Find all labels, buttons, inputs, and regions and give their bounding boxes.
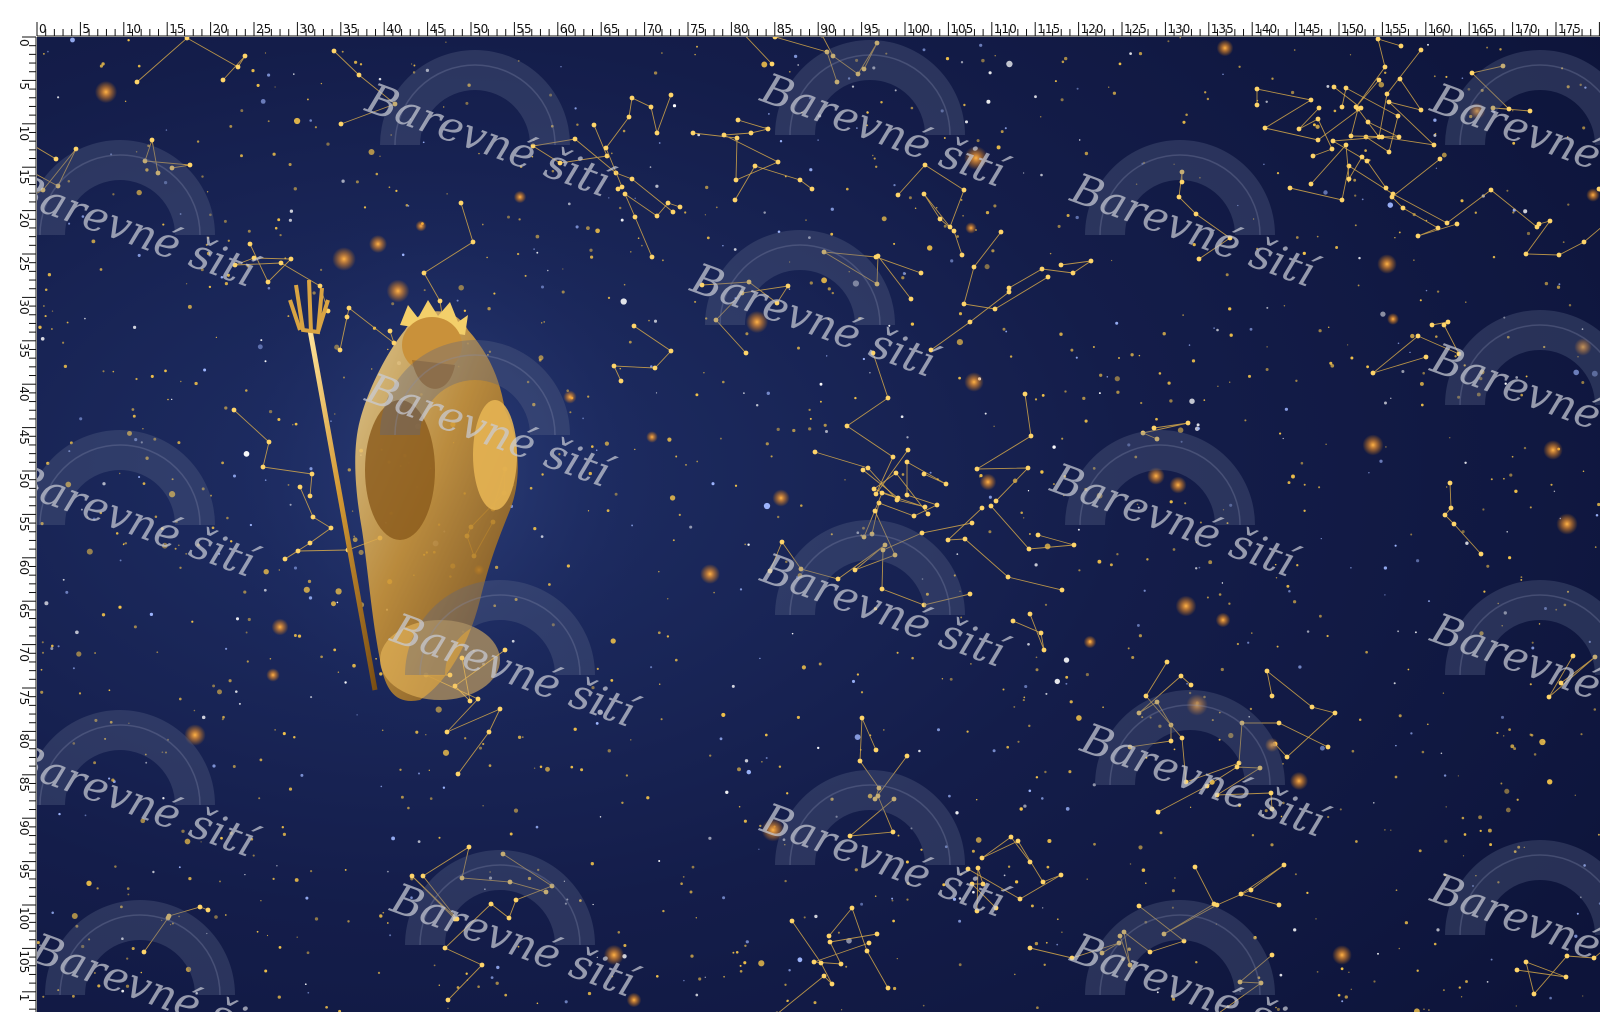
top-ruler-label: 125 — [1124, 22, 1147, 36]
top-ruler-label: 110 — [994, 22, 1017, 36]
top-ruler-label: 25 — [256, 22, 271, 36]
left-ruler-label: 40 — [17, 386, 31, 401]
left-ruler-label: 30 — [17, 299, 31, 314]
top-ruler-label: 95 — [864, 22, 879, 36]
left-ruler-label: 15 — [17, 169, 31, 184]
left-ruler-label: 55 — [17, 516, 31, 531]
left-ruler-label: 95 — [17, 864, 31, 879]
top-ruler-label: 50 — [473, 22, 488, 36]
top-ruler-label: 155 — [1384, 22, 1407, 36]
top-ruler-label: 130 — [1167, 22, 1190, 36]
left-ruler-label: 50 — [17, 473, 31, 488]
top-ruler-label: 20 — [213, 22, 228, 36]
top-ruler-label: 15 — [169, 22, 184, 36]
left-ruler-label: 35 — [17, 343, 31, 358]
top-ruler-label: 45 — [430, 22, 445, 36]
top-ruler-label: 165 — [1471, 22, 1494, 36]
left-ruler-label: 90 — [17, 820, 31, 835]
top-ruler-label: 70 — [647, 22, 662, 36]
top-ruler-label: 90 — [820, 22, 835, 36]
top-ruler-label: 145 — [1298, 22, 1321, 36]
left-ruler-label: 70 — [17, 647, 31, 662]
left-ruler-label: 25 — [17, 256, 31, 271]
top-ruler-label: 100 — [907, 22, 930, 36]
top-ruler-label: 75 — [690, 22, 705, 36]
top-ruler-label: 175 — [1558, 22, 1581, 36]
top-ruler-label: 150 — [1341, 22, 1364, 36]
top-ruler-label: 40 — [386, 22, 401, 36]
top-ruler-label: 30 — [299, 22, 314, 36]
left-ruler-label: 100 — [17, 907, 31, 930]
left-ruler-label: 105 — [17, 950, 31, 973]
fabric-print-canvas: Barevné šitíBarevné šití Barevné šitíBare… — [0, 0, 1600, 1012]
left-ruler-label: 45 — [17, 430, 31, 445]
top-ruler-label: 135 — [1211, 22, 1234, 36]
left-ruler-label: 10 — [17, 126, 31, 141]
top-ruler-label: 0 — [39, 22, 47, 36]
top-ruler-label: 160 — [1428, 22, 1451, 36]
top-ruler-label: 80 — [733, 22, 748, 36]
left-ruler-label: 80 — [17, 733, 31, 748]
top-ruler-label: 140 — [1254, 22, 1277, 36]
left-ruler-label: 20 — [17, 213, 31, 228]
left-ruler-label: 1 — [17, 994, 31, 1002]
left-ruler-label: 60 — [17, 560, 31, 575]
top-ruler-label: 170 — [1515, 22, 1538, 36]
left-ruler-label: 0 — [17, 39, 31, 47]
top-ruler-label: 55 — [516, 22, 531, 36]
top-ruler-label: 10 — [126, 22, 141, 36]
top-ruler-label: 35 — [343, 22, 358, 36]
left-ruler-label: 85 — [17, 777, 31, 792]
left-ruler-label: 75 — [17, 690, 31, 705]
top-ruler-label: 85 — [777, 22, 792, 36]
top-ruler-label: 115 — [1037, 22, 1060, 36]
top-ruler-label: 60 — [560, 22, 575, 36]
top-ruler-label: 65 — [603, 22, 618, 36]
left-ruler-label: 5 — [17, 82, 31, 90]
top-ruler-label: 105 — [950, 22, 973, 36]
top-ruler-label: 5 — [82, 22, 90, 36]
top-ruler-label: 120 — [1081, 22, 1104, 36]
left-ruler-label: 65 — [17, 603, 31, 618]
